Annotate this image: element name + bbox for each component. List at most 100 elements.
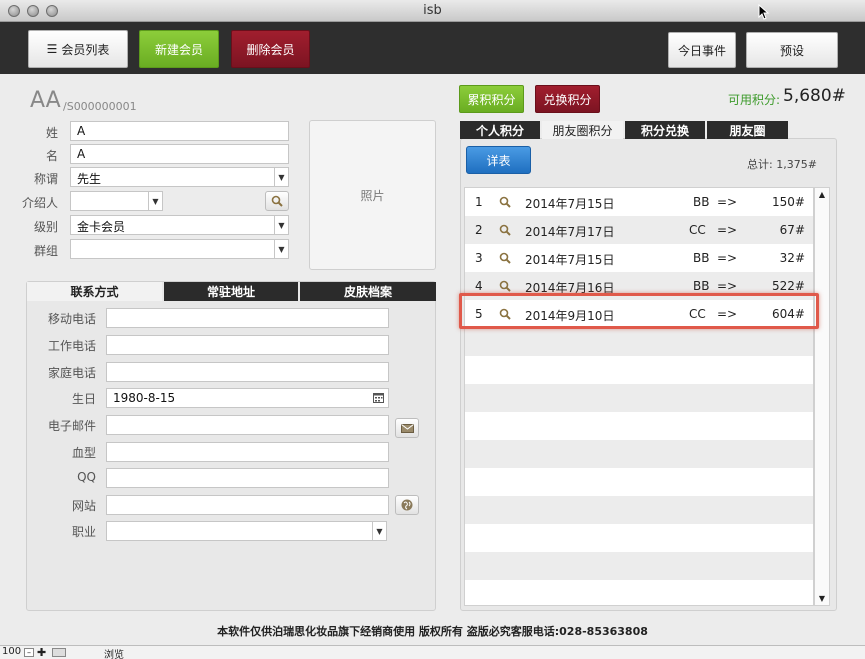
delete-member-button[interactable]: 删除会员: [231, 30, 310, 68]
preset-button[interactable]: 预设: [746, 32, 838, 68]
row-amount: 150#: [772, 195, 805, 209]
copyright-footer: 本软件仅供泊瑞思化妆品旗下经销商使用 版权所有 盗版必究客服电话:028-853…: [217, 625, 648, 638]
row-member: BB: [693, 195, 710, 209]
referrer-label: 介绍人: [21, 196, 58, 210]
list-icon: ☰: [46, 42, 58, 56]
redeem-points-button[interactable]: 兑换积分: [535, 85, 600, 113]
website-field[interactable]: [106, 495, 389, 515]
row-number: 4: [475, 279, 483, 293]
empty-row: [465, 328, 813, 356]
app-window: isb ☰ 会员列表 新建会员 删除会员 今日事件 预设 AA /S000000…: [0, 0, 865, 659]
photo-label: 照片: [360, 188, 385, 203]
referrer-select[interactable]: ▼: [70, 191, 163, 211]
list-scrollbar[interactable]: ▲ ▼: [814, 187, 830, 606]
available-points-value: 5,680#: [783, 86, 846, 106]
group-label: 群组: [33, 244, 58, 258]
tab-friends-circle[interactable]: 朋友圈: [707, 121, 788, 139]
title-label: 称谓: [33, 172, 58, 186]
search-icon[interactable]: [499, 252, 511, 264]
birthday-label: 生日: [71, 392, 96, 406]
row-arrow: =>: [717, 223, 738, 237]
layout-mode-icon[interactable]: [52, 648, 66, 657]
calendar-icon[interactable]: [373, 393, 384, 403]
given-name-field[interactable]: A: [70, 144, 289, 164]
title-select[interactable]: 先生 ▼: [70, 167, 289, 187]
chevron-down-icon: ▼: [372, 522, 386, 540]
chevron-down-icon: ▼: [274, 216, 288, 234]
empty-row: [465, 384, 813, 412]
blood-type-label: 血型: [71, 446, 96, 460]
row-arrow: =>: [717, 195, 738, 209]
list-item[interactable]: 1 2014年7月15日 BB => 150#: [465, 188, 813, 216]
status-bar: 100 – ✚ 浏览: [0, 645, 865, 659]
home-phone-label: 家庭电话: [47, 366, 96, 380]
surname-field[interactable]: A: [70, 121, 289, 141]
occupation-select[interactable]: ▼: [106, 521, 387, 541]
occupation-label: 职业: [71, 525, 96, 539]
mobile-phone-field[interactable]: [106, 308, 389, 328]
chevron-down-icon: ▼: [274, 240, 288, 258]
birthday-field[interactable]: 1980-8-15: [106, 388, 389, 408]
photo-box[interactable]: 照片: [309, 120, 436, 270]
row-arrow: =>: [717, 279, 738, 293]
tab-skin-profile[interactable]: 皮肤档案: [300, 282, 436, 301]
row-member: BB: [693, 279, 710, 293]
qq-label: QQ: [77, 470, 96, 484]
empty-row: [465, 524, 813, 552]
work-phone-field[interactable]: [106, 335, 389, 355]
referrer-search-button[interactable]: [265, 191, 289, 211]
new-member-button[interactable]: 新建会员: [139, 30, 219, 68]
tab-points-redemption[interactable]: 积分兑换: [625, 121, 705, 139]
zoom-out-button[interactable]: –: [24, 648, 34, 657]
open-website-button[interactable]: [395, 495, 419, 515]
row-amount: 522#: [772, 279, 805, 293]
empty-row: [465, 412, 813, 440]
envelope-icon: [400, 423, 414, 433]
level-label: 级别: [33, 220, 58, 234]
group-select[interactable]: ▼: [70, 239, 289, 259]
home-phone-field[interactable]: [106, 362, 389, 382]
detail-list-button[interactable]: 详表: [466, 146, 531, 174]
chevron-down-icon: ▼: [148, 192, 162, 210]
tab-address[interactable]: 常驻地址: [164, 282, 298, 301]
available-points-label: 可用积分:: [728, 93, 781, 107]
list-item[interactable]: 2 2014年7月17日 CC => 67#: [465, 216, 813, 244]
search-icon[interactable]: [499, 280, 511, 292]
tab-contact[interactable]: 联系方式: [27, 282, 162, 301]
blood-type-field[interactable]: [106, 442, 389, 462]
earn-points-button[interactable]: 累积积分: [459, 85, 524, 113]
qq-field[interactable]: [106, 468, 389, 488]
row-member: BB: [693, 251, 710, 265]
send-email-button[interactable]: [395, 418, 419, 438]
member-name: AA: [30, 88, 61, 113]
search-icon[interactable]: [499, 196, 511, 208]
empty-row: [465, 496, 813, 524]
level-select[interactable]: 金卡会员 ▼: [70, 215, 289, 235]
row-arrow: =>: [717, 251, 738, 265]
title-bar: isb: [0, 0, 865, 22]
scroll-up-arrow-icon[interactable]: ▲: [815, 190, 829, 199]
birthday-value: 1980-8-15: [113, 391, 176, 405]
search-icon: [271, 195, 283, 207]
row-number: 1: [475, 195, 483, 209]
member-list-label: 会员列表: [61, 42, 110, 57]
tab-friends-points[interactable]: 朋友圈积分: [542, 121, 623, 139]
today-events-button[interactable]: 今日事件: [668, 32, 736, 68]
tab-personal-points[interactable]: 个人积分: [460, 121, 540, 139]
zoom-level: 100: [2, 646, 22, 657]
window-title: isb: [423, 3, 442, 18]
zoom-in-button[interactable]: ✚: [37, 647, 46, 658]
work-phone-label: 工作电话: [47, 339, 96, 353]
list-item[interactable]: 3 2014年7月15日 BB => 32#: [465, 244, 813, 272]
empty-row: [465, 552, 813, 580]
chevron-down-icon: ▼: [274, 168, 288, 186]
points-list: 1 2014年7月15日 BB => 150# 2 2014年7月17日 CC …: [464, 187, 814, 606]
scroll-down-arrow-icon[interactable]: ▼: [815, 594, 829, 603]
empty-row: [465, 580, 813, 605]
member-id: /S000000001: [63, 100, 137, 113]
search-icon[interactable]: [499, 224, 511, 236]
row-date: 2014年7月15日: [525, 197, 615, 211]
email-field[interactable]: [106, 415, 389, 435]
member-list-button[interactable]: ☰ 会员列表: [28, 30, 128, 68]
row-date: 2014年7月15日: [525, 253, 615, 267]
